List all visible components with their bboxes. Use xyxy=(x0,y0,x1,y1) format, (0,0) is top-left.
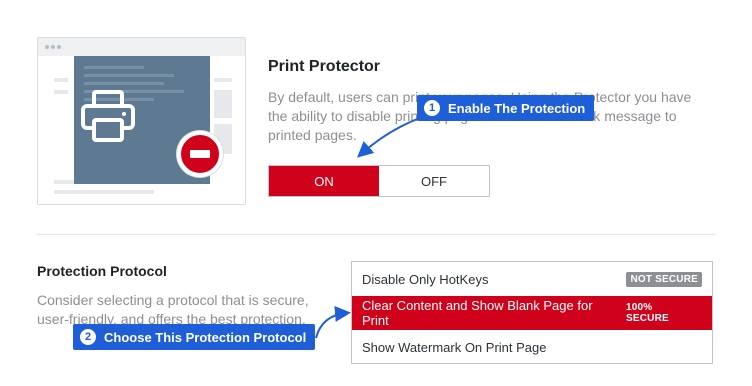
step-number: 1 xyxy=(424,100,440,116)
step-number: 2 xyxy=(80,329,96,345)
callout-choose-protocol: 2 Choose This Protection Protocol xyxy=(73,324,316,350)
callout-label: Choose This Protection Protocol xyxy=(104,329,307,345)
callout-enable-protection: 1 Enable The Protection xyxy=(417,95,595,121)
callout-label: Enable The Protection xyxy=(448,100,586,116)
